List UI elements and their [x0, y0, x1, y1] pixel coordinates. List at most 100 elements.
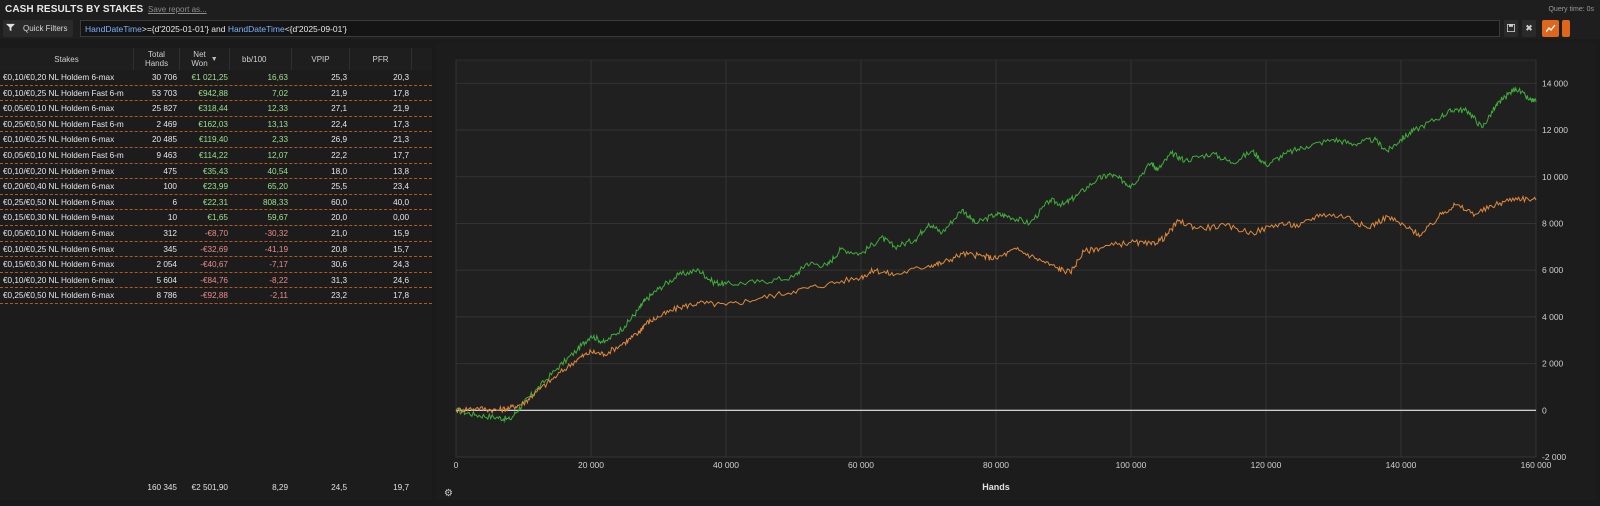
table-header: Stakes Total Hands Net Won ▼ bb/100 VPIP PF… [0, 48, 432, 70]
cell-pfr: 15,7 [393, 244, 409, 254]
column-header-net-won[interactable]: Net Won ▼ [180, 48, 230, 70]
quick-filters-label: Quick Filters [23, 24, 68, 33]
x-tick-label: 0 [454, 460, 459, 470]
cell-net: -€8,70 [204, 229, 228, 238]
table-row[interactable]: €0,25/€0,50 NL Holdem Fast 6-m 2 469 €162,… [0, 117, 432, 133]
x-tick-label: 60 000 [848, 460, 874, 470]
y-tick-label: 10 000 [1542, 172, 1568, 182]
table-row[interactable]: €0,10/€0,20 NL Holdem 6-max 30 706 €1 021,… [0, 70, 432, 86]
save-filter-button[interactable] [1504, 20, 1518, 37]
cell-vpip: 23,2 [331, 291, 347, 301]
table-row[interactable]: €0,10/€0,25 NL Holdem 6-max 345 -€32,69 -41… [0, 242, 432, 258]
column-header-stakes[interactable]: Stakes [0, 48, 134, 70]
cell-hands: 5 604 [156, 275, 178, 285]
table-row[interactable]: €0,05/€0,10 NL Holdem 6-max 312 -€8,70 -30,… [0, 226, 432, 242]
filter-bar: Quick Filters HandDateTime>={d'2025-01-0… [0, 18, 1600, 39]
x-tick-label: 140 000 [1386, 460, 1417, 470]
cell-hands: 312 [163, 229, 177, 238]
cell-bb: 13,13 [267, 119, 289, 129]
cell-pfr: 23,4 [393, 182, 409, 192]
cell-net: -€84,76 [200, 275, 228, 285]
cell-stakes: €0,10/€0,25 NL Holdem 6-max [3, 135, 115, 145]
cell-net: €162,03 [198, 119, 228, 129]
cell-vpip: 25,3 [331, 73, 347, 82]
cell-hands: 345 [163, 244, 177, 254]
cell-vpip: 21,9 [331, 88, 347, 98]
results-chart[interactable]: 0 20 000 40 000 60 000 80 000 100 000 120 000 1… [436, 42, 1596, 500]
table-row[interactable]: €0,20/€0,40 NL Holdem 6-max 100 €23,99 65,2… [0, 179, 432, 195]
cell-hands: 10 [167, 213, 177, 223]
cell-hands: 20 485 [151, 135, 177, 145]
total-net-won: €2 501,90 [191, 483, 228, 492]
cell-stakes: €0,15/€0,30 NL Holdem 9-max [3, 213, 115, 223]
sort-desc-icon: ▼ [210, 55, 218, 63]
cell-bb: -41,19 [264, 244, 288, 254]
cell-vpip: 21,0 [331, 229, 347, 238]
y-tick-label: 8 000 [1542, 218, 1564, 228]
y-tick-label: 12 000 [1542, 125, 1568, 135]
gear-icon[interactable]: ⚙ [444, 488, 453, 499]
chart-toggle-button[interactable] [1542, 20, 1559, 37]
table-row[interactable]: €0,05/€0,10 NL Holdem Fast 6-m 9 463 €114,… [0, 148, 432, 164]
title-bar: CASH RESULTS BY STAKES Save report as...… [0, 0, 1600, 18]
column-header-bb100[interactable]: bb/100 [230, 48, 292, 70]
cell-net: €35,43 [202, 166, 228, 176]
table-row[interactable]: €0,15/€0,30 NL Holdem 9-max 10 €1,65 59,67 2… [0, 210, 432, 226]
cell-vpip: 26,9 [331, 135, 347, 145]
column-header-vpip[interactable]: VPIP [292, 48, 350, 70]
cell-pfr: 21,9 [393, 104, 409, 114]
cell-pfr: 21,3 [393, 135, 409, 145]
y-tick-label: -2 000 [1542, 452, 1566, 462]
table-row[interactable]: €0,10/€0,20 NL Holdem 6-max 5 604 -€84,76 -… [0, 273, 432, 289]
total-bb100: 8,29 [272, 483, 288, 492]
cell-hands: 6 [172, 197, 177, 207]
cell-pfr: 24,3 [393, 260, 409, 270]
cell-stakes: €0,25/€0,50 NL Holdem 6-max [3, 197, 115, 207]
stakes-table: Stakes Total Hands Net Won ▼ bb/100 VPIP PF… [0, 48, 432, 500]
x-tick-label: 80 000 [983, 460, 1009, 470]
filter-keyword: HandDateTime [227, 24, 285, 34]
x-tick-label: 40 000 [713, 460, 739, 470]
cell-net: €318,44 [198, 104, 228, 114]
cell-net: -€40,67 [200, 260, 228, 270]
table-row[interactable]: €0,15/€0,30 NL Holdem 6-max 2 054 -€40,67 -… [0, 257, 432, 273]
filter-value: {d'2025-09-01'} [289, 24, 347, 34]
cell-bb: -30,32 [264, 229, 288, 238]
cell-stakes: €0,10/€0,20 NL Holdem 6-max [3, 275, 115, 285]
x-tick-label: 120 000 [1251, 460, 1282, 470]
cell-pfr: 40,0 [393, 197, 409, 207]
table-row[interactable]: €0,25/€0,50 NL Holdem 6-max 8 786 -€92,88 -… [0, 288, 432, 304]
cell-bb: -8,22 [269, 275, 288, 285]
cell-stakes: €0,10/€0,25 NL Holdem 6-max [3, 244, 115, 254]
cell-pfr: 15,9 [393, 229, 409, 238]
table-row[interactable]: €0,10/€0,20 NL Holdem 9-max 475 €35,43 40,5… [0, 164, 432, 180]
table-row[interactable]: €0,05/€0,10 NL Holdem 6-max 25 827 €318,44… [0, 101, 432, 117]
cell-bb: -7,17 [269, 260, 288, 270]
query-time: Query time: 0s [1548, 6, 1594, 13]
filter-expression-input[interactable]: HandDateTime>={d'2025-01-01'} and HandDa… [80, 20, 1500, 37]
table-row[interactable]: €0,10/€0,25 NL Holdem 6-max 20 485 €119,40… [0, 132, 432, 148]
table-row[interactable]: €0,10/€0,25 NL Holdem Fast 6-m 53 703 €942… [0, 86, 432, 102]
total-hands: 160 345 [147, 483, 177, 492]
report-title: CASH RESULTS BY STAKES [5, 4, 144, 15]
table-row[interactable]: €0,25/€0,50 NL Holdem 6-max 6 €22,31 808,33… [0, 195, 432, 211]
column-header-pfr[interactable]: PFR [350, 48, 412, 70]
cell-vpip: 31,3 [331, 275, 347, 285]
quick-filters-button[interactable]: Quick Filters [3, 20, 73, 37]
column-header-total-hands[interactable]: Total Hands [134, 48, 180, 70]
cell-stakes: €0,05/€0,10 NL Holdem 6-max [3, 104, 115, 114]
cell-vpip: 30,6 [331, 260, 347, 270]
y-tick-label: 6 000 [1542, 265, 1564, 275]
cell-bb: 12,07 [267, 151, 289, 160]
cell-pfr: 20,3 [393, 73, 409, 82]
cell-stakes: €0,10/€0,25 NL Holdem Fast 6-m [3, 88, 124, 98]
cell-hands: 53 703 [151, 88, 177, 98]
cell-bb: 16,63 [267, 73, 289, 82]
cell-vpip: 20,0 [331, 213, 347, 223]
save-report-link[interactable]: Save report as... [148, 5, 207, 14]
cell-stakes: €0,25/€0,50 NL Holdem Fast 6-m [3, 119, 124, 129]
cell-net: €114,22 [199, 151, 228, 160]
panel-edge-button[interactable] [1562, 20, 1570, 37]
clear-filter-button[interactable]: ✖ [1522, 20, 1536, 37]
cell-net: €1,65 [207, 213, 229, 223]
